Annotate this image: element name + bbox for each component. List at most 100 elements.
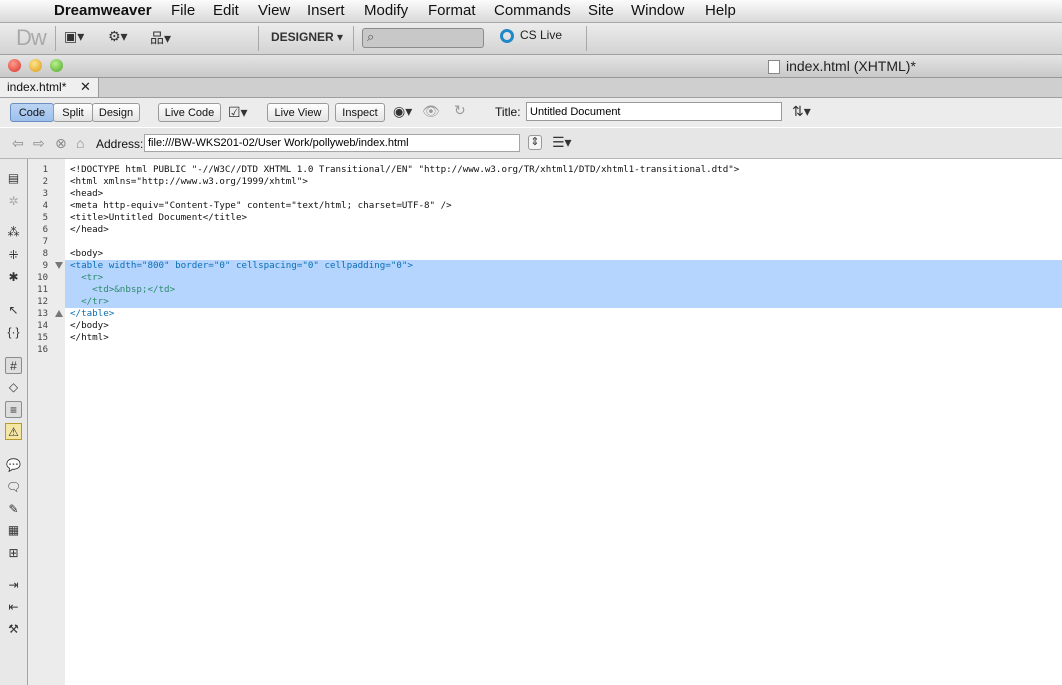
menu-file[interactable]: File — [171, 2, 195, 19]
menu-view[interactable]: View — [258, 2, 290, 19]
inspect-button[interactable]: Inspect — [335, 103, 385, 122]
forward-arrow-icon[interactable]: ⇨ — [33, 135, 45, 152]
document-toolbar: Code Split Design Live Code ☑▾ Live View… — [0, 98, 1062, 127]
divider — [353, 26, 354, 51]
layout-menu-icon[interactable]: ▣▾ — [64, 28, 84, 45]
apply-comment-icon[interactable]: 💬 — [5, 457, 22, 474]
menu-app[interactable]: Dreamweaver — [54, 2, 152, 19]
line-number: 15 — [37, 333, 48, 343]
search-input[interactable]: ⌕ — [362, 28, 484, 48]
line-number: 13 — [37, 309, 48, 319]
word-wrap-icon[interactable]: ≡ — [5, 401, 22, 418]
address-history-icon[interactable]: ⇕ — [528, 135, 542, 150]
dreamweaver-logo: Dw — [16, 25, 47, 50]
menu-edit[interactable]: Edit — [213, 2, 239, 19]
code-line: <table width="800" border="0" cellspacin… — [70, 260, 413, 271]
select-parent-tag-icon[interactable]: ↖ — [5, 302, 22, 319]
code-line: <meta http-equiv="Content-Type" content=… — [70, 200, 452, 211]
outdent-code-icon[interactable]: ⇤ — [5, 599, 22, 616]
site-map-icon[interactable]: 品▾ — [150, 28, 171, 48]
search-icon: ⌕ — [367, 29, 375, 44]
code-line: <td>&nbsp;</td> — [70, 284, 176, 295]
line-number: 4 — [42, 201, 48, 211]
document-title-input[interactable] — [526, 102, 782, 121]
line-number: 9 — [42, 261, 48, 271]
visual-aids-eye-icon[interactable]: 👁 — [422, 103, 440, 120]
code-line: </table> — [70, 308, 115, 319]
code-line: </body> — [70, 320, 109, 331]
refresh-icon[interactable]: ↻ — [454, 102, 466, 119]
divider — [586, 26, 587, 51]
move-css-icon[interactable]: ⊞ — [5, 545, 22, 562]
file-management-icon[interactable]: ⇅▾ — [792, 103, 811, 120]
menu-help[interactable]: Help — [705, 2, 736, 19]
code-line: <head> — [70, 188, 104, 199]
code-editor[interactable]: <!DOCTYPE html PUBLIC "-//W3C//DTD XHTML… — [65, 159, 1062, 685]
address-input[interactable] — [144, 134, 520, 152]
line-number: 16 — [37, 345, 48, 355]
address-bar: ⇦ ⇨ ⊗ ⌂ Address: ⇕ ☰▾ — [0, 128, 1062, 159]
menu-modify[interactable]: Modify — [364, 2, 408, 19]
code-line: <body> — [70, 248, 104, 259]
workspace-switcher[interactable]: DESIGNER ▾ — [271, 30, 343, 44]
indent-code-icon[interactable]: ⇥ — [5, 577, 22, 594]
tab-index-html[interactable]: index.html* ✕ — [0, 78, 99, 97]
browser-navigation-options-icon[interactable]: ☰▾ — [552, 134, 572, 151]
line-number-gutter: 1 2 3 4 5 6 7 8 9 10 11 12 13 14 15 16 — [28, 159, 65, 685]
line-number: 2 — [42, 177, 48, 187]
close-window-button[interactable] — [8, 59, 21, 72]
home-icon[interactable]: ⌂ — [76, 135, 84, 151]
live-code-button[interactable]: Live Code — [158, 103, 221, 122]
menu-site[interactable]: Site — [588, 2, 614, 19]
recent-snippets-icon[interactable]: ▦ — [5, 522, 22, 539]
line-number: 5 — [42, 213, 48, 223]
title-label: Title: — [495, 105, 521, 119]
line-numbers-icon[interactable]: # — [5, 357, 22, 374]
document-icon — [768, 60, 780, 75]
address-label: Address: — [96, 137, 144, 151]
menu-bar: Dreamweaver File Edit View Insert Modify… — [0, 0, 1062, 23]
menu-insert[interactable]: Insert — [307, 2, 345, 19]
highlight-invalid-code-icon[interactable]: ◇ — [5, 379, 22, 396]
split-view-button[interactable]: Split — [53, 103, 93, 122]
code-view-button[interactable]: Code — [10, 103, 54, 122]
design-view-button[interactable]: Design — [92, 103, 140, 122]
back-arrow-icon[interactable]: ⇦ — [12, 135, 24, 152]
line-number: 10 — [37, 273, 48, 283]
gear-icon[interactable]: ⚙▾ — [108, 28, 128, 45]
stop-icon[interactable]: ⊗ — [55, 135, 67, 152]
cs-live-label: CS Live — [520, 28, 563, 42]
close-tab-icon[interactable]: ✕ — [80, 79, 91, 95]
live-view-button[interactable]: Live View — [267, 103, 329, 122]
collapse-full-tag-icon[interactable]: ⁂ — [5, 224, 22, 241]
balance-braces-icon[interactable]: {·} — [5, 324, 22, 341]
code-line: </tr> — [70, 296, 109, 307]
cs-live-button[interactable]: CS Live — [500, 28, 562, 43]
fold-end-icon[interactable] — [55, 310, 63, 317]
show-code-navigator-icon[interactable]: ✲ — [5, 193, 22, 210]
syntax-error-alerts-icon[interactable]: ⚠ — [5, 423, 22, 440]
preview-globe-icon[interactable]: ◉▾ — [393, 103, 412, 120]
line-number: 12 — [37, 297, 48, 307]
line-number: 3 — [42, 189, 48, 199]
workspace-label: DESIGNER — [271, 30, 334, 44]
menu-format[interactable]: Format — [428, 2, 476, 19]
code-line: </head> — [70, 224, 109, 235]
expand-all-icon[interactable]: ✱ — [5, 269, 22, 286]
line-number: 8 — [42, 249, 48, 259]
minimize-window-button[interactable] — [29, 59, 42, 72]
divider — [258, 26, 259, 51]
collapse-selection-icon[interactable]: ⁜ — [5, 247, 22, 264]
wrap-tag-icon[interactable]: ✎ — [5, 501, 22, 518]
code-line: <title>Untitled Document</title> — [70, 212, 248, 223]
open-documents-icon[interactable]: ▤ — [5, 170, 22, 187]
menu-commands[interactable]: Commands — [494, 2, 571, 19]
check-browser-icon[interactable]: ☑▾ — [228, 104, 248, 121]
fold-collapse-icon[interactable] — [55, 262, 63, 269]
zoom-window-button[interactable] — [50, 59, 63, 72]
cs-live-icon — [500, 28, 514, 43]
remove-comment-icon[interactable]: 🗨 — [5, 479, 22, 496]
menu-window[interactable]: Window — [631, 2, 684, 19]
line-number: 6 — [42, 225, 48, 235]
format-source-code-icon[interactable]: ⚒ — [5, 621, 22, 638]
